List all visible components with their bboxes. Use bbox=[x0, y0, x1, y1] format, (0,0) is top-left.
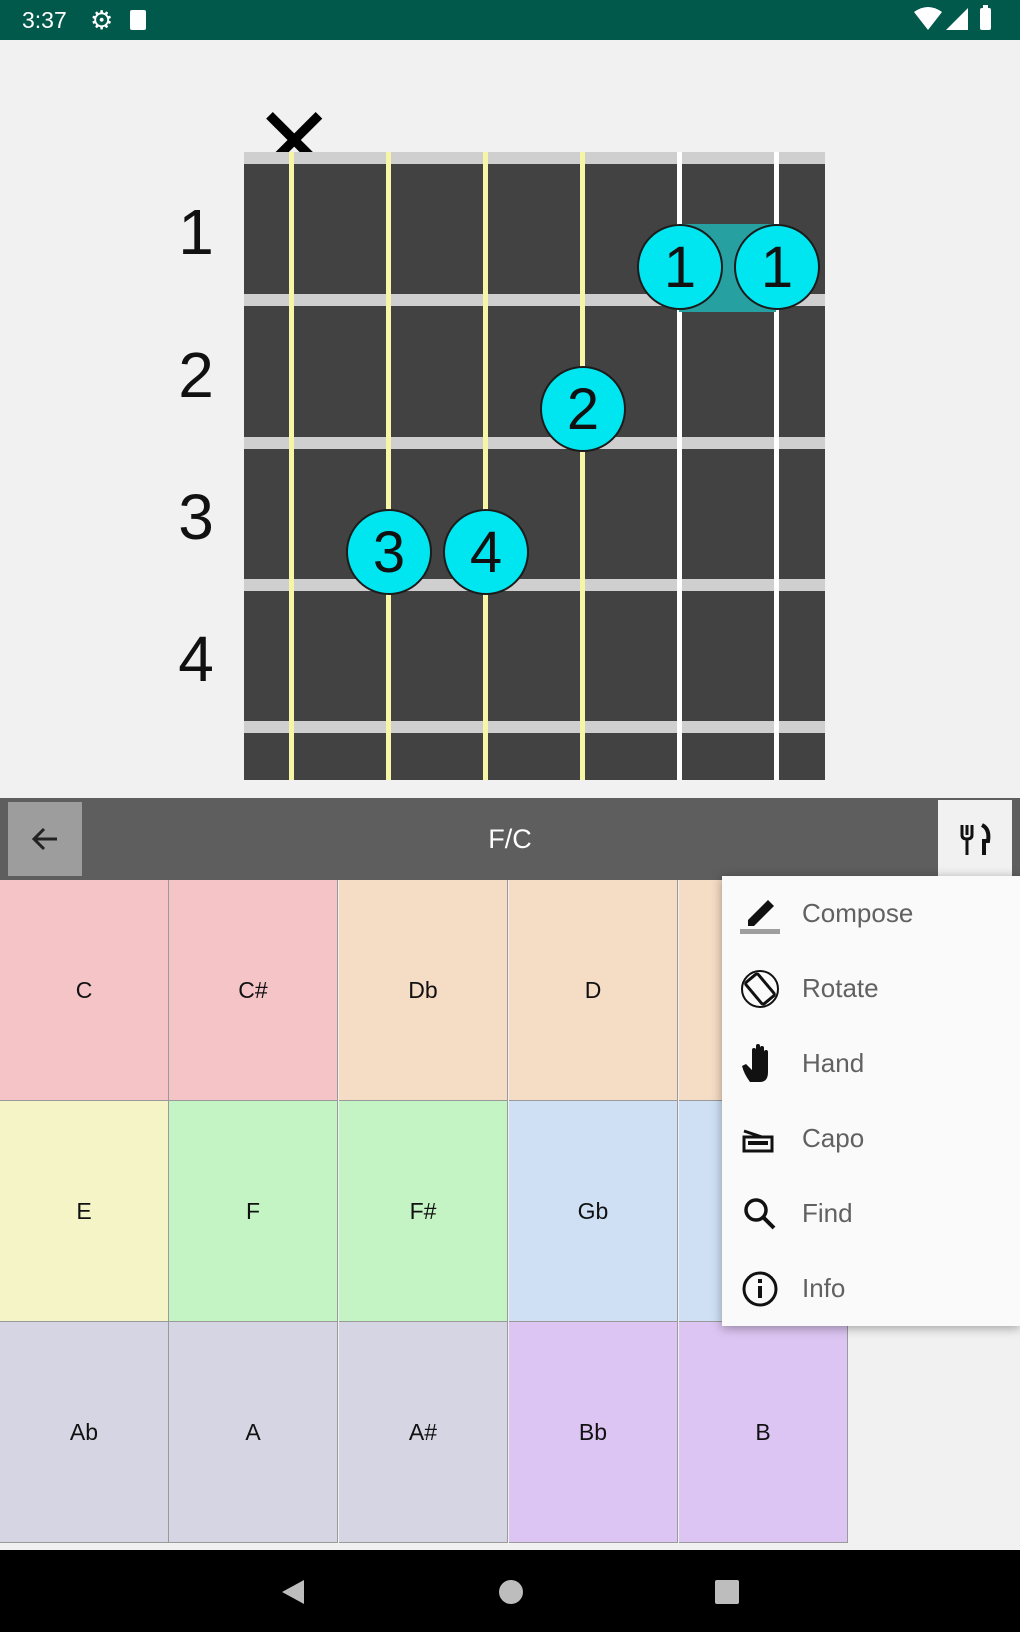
finger-dot[interactable]: 4 bbox=[443, 509, 529, 595]
key-cell[interactable]: B bbox=[679, 1322, 848, 1543]
pencil-icon bbox=[738, 892, 782, 936]
fret-wire bbox=[244, 721, 825, 733]
info-icon bbox=[738, 1267, 782, 1311]
back-triangle-icon[interactable] bbox=[280, 1578, 306, 1606]
nut bbox=[244, 152, 825, 164]
fret-number: 2 bbox=[178, 339, 214, 411]
menu-item-compose[interactable]: Compose bbox=[722, 876, 1020, 951]
string-3 bbox=[483, 152, 488, 780]
chord-diagram: ✕ 1 2 3 4 1 1 2 3 4 bbox=[0, 40, 1020, 792]
menu-item-capo[interactable]: Capo bbox=[722, 1101, 1020, 1176]
finger-dot[interactable]: 1 bbox=[734, 224, 820, 310]
fret-wire bbox=[244, 437, 825, 449]
sd-card-icon bbox=[130, 10, 146, 30]
key-cell[interactable]: A# bbox=[339, 1322, 508, 1543]
key-cell[interactable]: C bbox=[0, 880, 169, 1101]
status-time: 3:37 bbox=[22, 7, 67, 33]
menu-item-label: Capo bbox=[802, 1123, 865, 1153]
rotate-icon bbox=[738, 967, 782, 1011]
fret-wire bbox=[244, 579, 825, 591]
system-nav-bar bbox=[0, 1550, 1020, 1632]
menu-item-label: Find bbox=[802, 1198, 853, 1228]
chord-name: F/C bbox=[488, 824, 532, 854]
finger-dot[interactable]: 2 bbox=[540, 366, 626, 452]
chord-toolbar: F/C bbox=[0, 798, 1020, 880]
arrow-left-icon bbox=[31, 827, 57, 851]
key-cell[interactable]: Db bbox=[339, 880, 508, 1101]
search-icon bbox=[738, 1192, 782, 1236]
hand-icon bbox=[738, 1042, 782, 1086]
key-cell[interactable]: F# bbox=[339, 1101, 508, 1322]
key-cell[interactable]: E bbox=[0, 1101, 169, 1322]
capo-icon bbox=[738, 1117, 782, 1161]
menu-item-label: Hand bbox=[802, 1048, 865, 1078]
finger-dot[interactable]: 3 bbox=[346, 509, 432, 595]
key-cell[interactable]: Ab bbox=[0, 1322, 169, 1543]
fork-knife-icon bbox=[960, 823, 991, 855]
fretboard[interactable]: 1 1 2 3 4 bbox=[244, 152, 825, 780]
key-cell[interactable]: Bb bbox=[509, 1322, 678, 1543]
finger-dot[interactable]: 1 bbox=[637, 224, 723, 310]
menu-item-find[interactable]: Find bbox=[722, 1176, 1020, 1251]
back-button[interactable] bbox=[8, 802, 82, 876]
menu-item-label: Rotate bbox=[802, 973, 879, 1003]
string-2 bbox=[386, 152, 391, 780]
string-1 bbox=[289, 152, 294, 780]
fret-number: 4 bbox=[178, 623, 214, 695]
fret-number: 1 bbox=[178, 196, 214, 268]
menu-item-info[interactable]: Info bbox=[722, 1251, 1020, 1326]
menu-item-rotate[interactable]: Rotate bbox=[722, 951, 1020, 1026]
key-cell[interactable]: D bbox=[509, 880, 678, 1101]
battery-icon bbox=[980, 5, 991, 30]
overflow-menu: Compose Rotate Hand Capo Find Info bbox=[722, 876, 1020, 1326]
fret-number: 3 bbox=[178, 481, 214, 553]
key-cell[interactable]: A bbox=[169, 1322, 338, 1543]
wifi-icon bbox=[914, 7, 942, 30]
status-bar: 3:37 ⚙ bbox=[0, 0, 1020, 40]
key-cell[interactable]: Gb bbox=[509, 1101, 678, 1322]
menu-item-label: Compose bbox=[802, 898, 914, 928]
menu-item-label: Info bbox=[802, 1273, 846, 1303]
overflow-menu-button[interactable] bbox=[938, 800, 1012, 880]
settings-icon: ⚙ bbox=[90, 5, 114, 35]
key-cell[interactable]: F bbox=[169, 1101, 338, 1322]
cellular-icon bbox=[946, 8, 968, 30]
menu-item-hand[interactable]: Hand bbox=[722, 1026, 1020, 1101]
recents-square-icon[interactable] bbox=[714, 1579, 740, 1605]
string-4 bbox=[580, 152, 585, 780]
key-cell[interactable]: C# bbox=[169, 880, 338, 1101]
home-circle-icon[interactable] bbox=[497, 1578, 525, 1606]
